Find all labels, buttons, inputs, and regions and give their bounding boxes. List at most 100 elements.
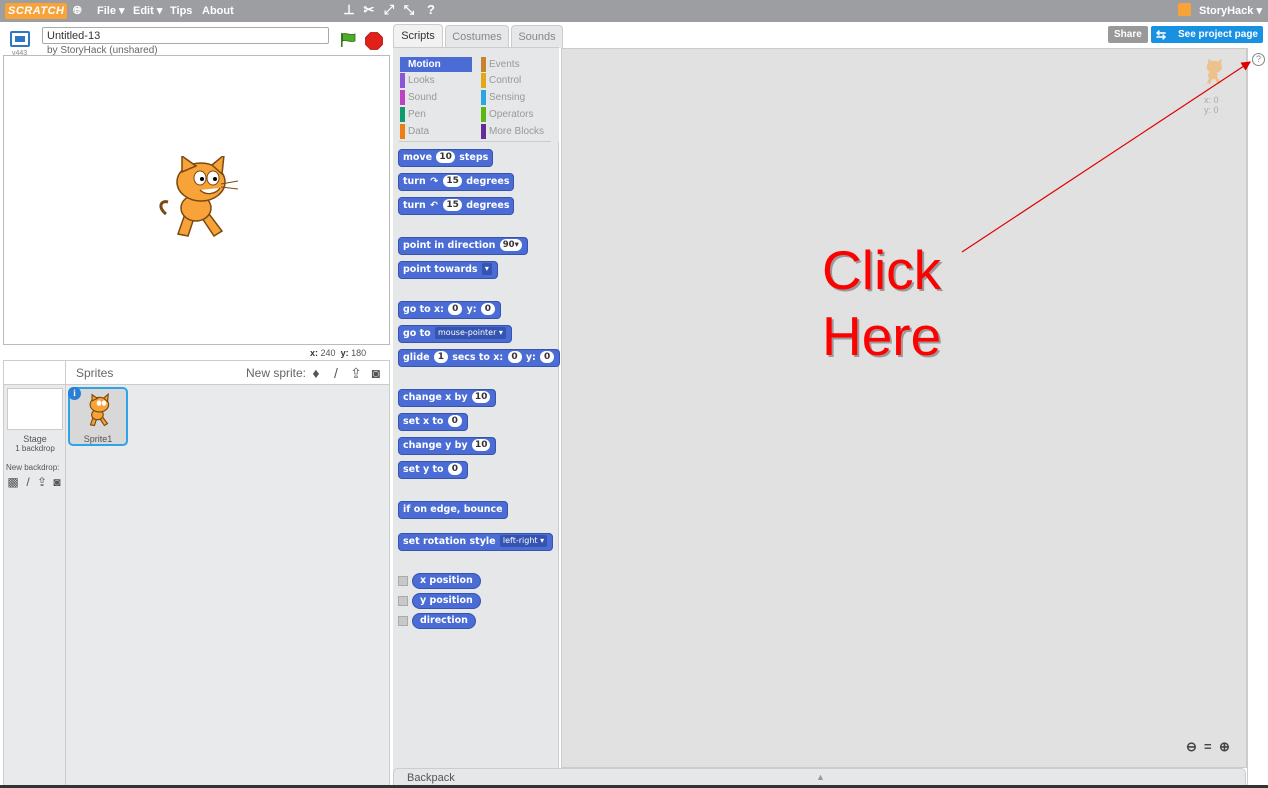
menu-about[interactable]: About (202, 4, 234, 18)
see-project-page-button[interactable]: ⇆ See project page (1151, 26, 1263, 43)
rotation-style-dropdown[interactable]: left-right ▾ (499, 535, 548, 547)
category-color-swatch (400, 124, 405, 139)
shrink-icon[interactable]: ⤡ (402, 2, 416, 18)
project-title-input[interactable] (42, 27, 329, 44)
category-sensing[interactable]: Sensing (481, 90, 556, 105)
block-move-steps[interactable]: move 10 steps (398, 149, 494, 167)
zoom-reset-icon[interactable]: = (1204, 739, 1212, 754)
fullscreen-icon[interactable] (10, 31, 30, 47)
block-turn-left[interactable]: turn ↶ 15 degrees (398, 197, 515, 215)
backdrop-library-icon[interactable]: ▩ (6, 475, 20, 489)
towards-dropdown[interactable]: ▾ (481, 263, 492, 275)
category-data[interactable]: Data (400, 124, 475, 139)
steps-input[interactable]: 10 (436, 151, 455, 163)
upload-backdrop-icon[interactable]: ⇪ (35, 475, 49, 489)
block-help-icon[interactable]: ? (424, 2, 438, 18)
y-input[interactable]: 0 (540, 351, 555, 363)
block-if-on-edge-bounce[interactable]: if on edge, bounce (398, 501, 508, 519)
category-control[interactable]: Control (481, 73, 556, 88)
sprite-cat-on-stage[interactable] (156, 156, 244, 246)
zoom-in-icon[interactable]: ⊕ (1219, 739, 1230, 755)
mouse-x-value: 240 (320, 348, 336, 358)
globe-icon[interactable]: 🌐︎ (73, 4, 82, 18)
category-looks[interactable]: Looks (400, 73, 475, 88)
menu-tips[interactable]: Tips (170, 4, 192, 18)
direction-dropdown[interactable]: 90▾ (499, 239, 522, 251)
block-text: set x to (403, 416, 444, 427)
degrees-input[interactable]: 15 (443, 175, 462, 187)
stage-column-header (4, 361, 66, 385)
reporter-y-position[interactable]: y position (412, 593, 481, 609)
block-change-y[interactable]: change y by 10 (398, 437, 497, 455)
block-change-x[interactable]: change x by 10 (398, 389, 497, 407)
sprite-info-icon[interactable]: i (68, 387, 81, 400)
tab-costumes[interactable]: Costumes (445, 25, 509, 48)
block-turn-right[interactable]: turn ↷ 15 degrees (398, 173, 515, 191)
camera-sprite-icon[interactable]: ◙ (368, 365, 384, 381)
tab-scripts[interactable]: Scripts (393, 24, 443, 48)
green-flag-icon[interactable] (340, 32, 356, 48)
delete-scissors-icon[interactable]: ✂︎ (362, 2, 376, 18)
help-icon[interactable]: ? (1252, 53, 1265, 66)
paint-new-sprite-icon[interactable]: / (328, 365, 344, 381)
block-point-in-direction[interactable]: point in direction 90▾ (398, 237, 528, 255)
secs-input[interactable]: 1 (433, 351, 448, 363)
backpack-label: Backpack (407, 772, 455, 784)
camera-backdrop-icon[interactable]: ◙ (50, 475, 64, 489)
sprite-pane: Sprites New sprite: ♦ / ⇪ ◙ Stage 1 back… (3, 360, 390, 788)
block-point-towards[interactable]: point towards ▾ (398, 261, 498, 279)
change-y-input[interactable]: 10 (471, 439, 491, 451)
stage-header: v443 by StoryHack (unshared) (0, 22, 392, 57)
x-input[interactable]: 0 (448, 303, 463, 315)
grow-icon[interactable]: ⤢ (382, 2, 396, 18)
scratch-logo[interactable]: SCRATCH (5, 3, 68, 19)
menu-edit[interactable]: Edit ▾ (133, 4, 162, 18)
choose-sprite-from-library-icon[interactable]: ♦ (308, 365, 324, 381)
menu-file[interactable]: File ▾ (97, 4, 125, 18)
turn-right-icon[interactable]: ↷ (430, 176, 438, 187)
reporter-x-position[interactable]: x position (412, 573, 481, 589)
stop-sign-icon[interactable] (365, 32, 383, 50)
sprite1-name: Sprite1 (83, 434, 113, 444)
stage-canvas[interactable] (3, 55, 390, 345)
reporter-direction[interactable]: direction (412, 613, 476, 629)
tab-sounds[interactable]: Sounds (511, 25, 563, 48)
reporter-checkbox[interactable] (398, 596, 408, 606)
block-set-y[interactable]: set y to 0 (398, 461, 468, 479)
y-input[interactable]: 0 (480, 303, 495, 315)
go-to-dropdown[interactable]: mouse-pointer ▾ (435, 327, 506, 339)
block-set-x[interactable]: set x to 0 (398, 413, 468, 431)
scripts-area[interactable]: x: 0 y: 0 ⊖ = ⊕ (561, 48, 1247, 768)
block-set-rotation-style[interactable]: set rotation style left-right ▾ (398, 533, 554, 551)
reporter-checkbox[interactable] (398, 616, 408, 626)
zoom-out-icon[interactable]: ⊖ (1186, 739, 1197, 755)
sprite-thumbnail-sprite1[interactable]: i Sprite1 (68, 387, 128, 446)
turn-left-icon[interactable]: ↶ (430, 200, 438, 211)
category-events[interactable]: Events (481, 57, 556, 72)
change-x-input[interactable]: 10 (471, 391, 491, 403)
category-sound[interactable]: Sound (400, 90, 475, 105)
category-motion[interactable]: Motion (400, 57, 472, 72)
category-color-swatch (481, 107, 486, 122)
category-more-blocks[interactable]: More Blocks (481, 124, 556, 139)
set-x-input[interactable]: 0 (447, 415, 462, 427)
paint-backdrop-icon[interactable]: / (21, 475, 35, 489)
degrees-input[interactable]: 15 (443, 199, 462, 211)
backpack-expand-arrow-icon[interactable]: ▲ (816, 772, 825, 782)
duplicate-stamp-icon[interactable]: ⊥ (342, 2, 356, 18)
category-operators[interactable]: Operators (481, 107, 556, 122)
block-glide[interactable]: glide 1 secs to x: 0 y: 0 (398, 349, 561, 367)
upload-sprite-icon[interactable]: ⇪ (348, 365, 364, 381)
category-pen[interactable]: Pen (400, 107, 475, 122)
stage-thumbnail[interactable] (7, 388, 63, 430)
reporter-checkbox[interactable] (398, 576, 408, 586)
block-go-to[interactable]: go to mouse-pointer ▾ (398, 325, 512, 343)
category-label: Data (408, 126, 430, 137)
user-menu[interactable]: StoryHack ▾ (1178, 3, 1262, 19)
x-input[interactable]: 0 (507, 351, 522, 363)
block-go-to-xy[interactable]: go to x: 0 y: 0 (398, 301, 501, 319)
category-color-swatch (400, 73, 405, 88)
category-color-swatch (400, 90, 405, 105)
share-button[interactable]: Share (1108, 26, 1148, 43)
set-y-input[interactable]: 0 (447, 463, 462, 475)
